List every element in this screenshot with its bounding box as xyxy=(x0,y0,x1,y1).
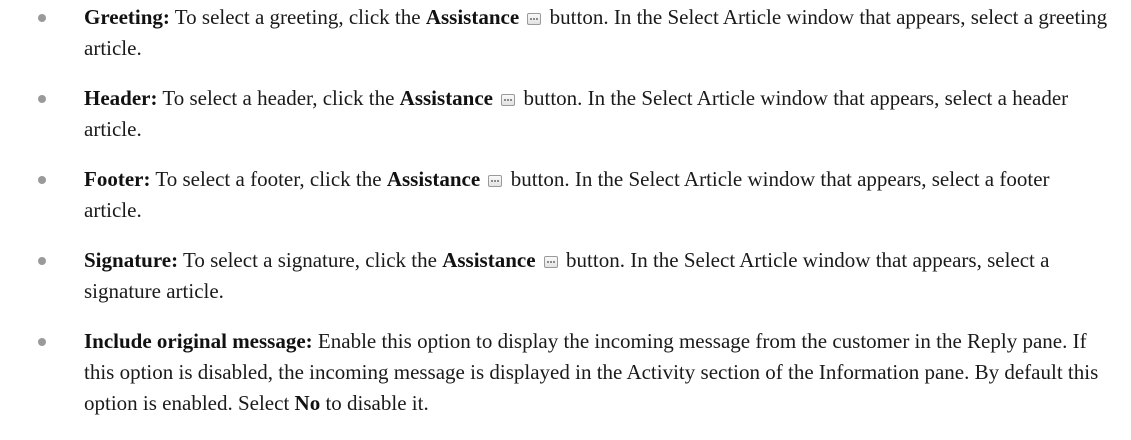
item-text: To select a footer, click the xyxy=(150,167,387,191)
item-term: Signature: xyxy=(84,248,179,272)
item-text: To select a signature, click the xyxy=(178,248,443,272)
item-term: Greeting: xyxy=(84,5,170,29)
no-option-label: No xyxy=(294,391,321,415)
ellipsis-button-icon xyxy=(488,175,503,187)
list-item-header: Header: To select a header, click the As… xyxy=(0,83,1131,145)
list-item-greeting: Greeting: To select a greeting, click th… xyxy=(0,0,1131,64)
bullet-icon xyxy=(38,257,46,265)
options-list: Greeting: To select a greeting, click th… xyxy=(0,0,1131,419)
assistance-label: Assistance xyxy=(386,167,481,191)
assistance-label: Assistance xyxy=(425,5,520,29)
ellipsis-button-icon xyxy=(527,13,542,25)
bullet-icon xyxy=(38,176,46,184)
assistance-label: Assistance xyxy=(442,248,536,272)
bullet-icon xyxy=(38,95,46,103)
item-term: Include original message: xyxy=(84,329,313,353)
item-text: To select a header, click the xyxy=(157,86,400,110)
assistance-label: Assistance xyxy=(399,86,494,110)
list-item-signature: Signature: To select a signature, click … xyxy=(0,245,1131,307)
list-item-footer: Footer: To select a footer, click the As… xyxy=(0,164,1131,226)
bullet-icon xyxy=(38,14,46,22)
ellipsis-button-icon xyxy=(543,256,558,268)
item-text-end: to disable it. xyxy=(320,391,429,415)
list-item-include-original-message: Include original message: Enable this op… xyxy=(0,326,1131,419)
item-text: To select a greeting, click the xyxy=(169,5,426,29)
item-term: Header: xyxy=(84,86,158,110)
bullet-icon xyxy=(38,338,46,346)
item-term: Footer: xyxy=(84,167,151,191)
ellipsis-button-icon xyxy=(501,94,516,106)
